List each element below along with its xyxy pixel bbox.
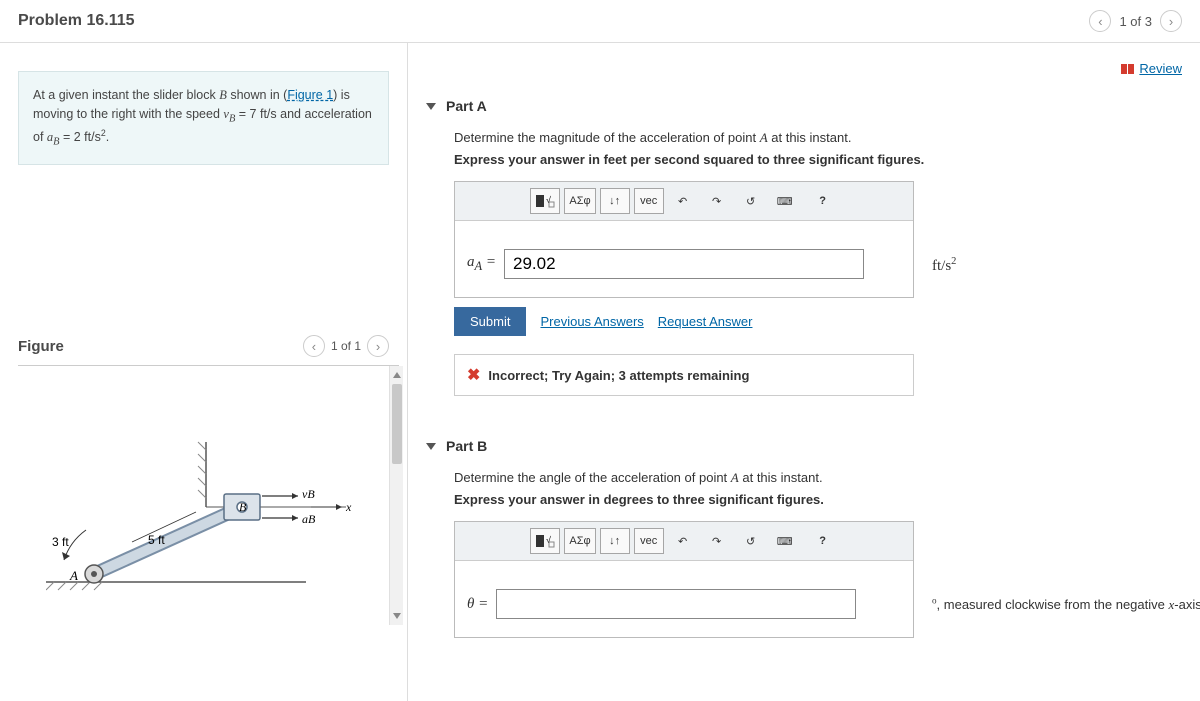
- svg-text:aB: aB: [302, 512, 316, 526]
- part-a-prompt: Determine the magnitude of the accelerat…: [454, 130, 1182, 146]
- part-a-title: Part A: [446, 98, 487, 114]
- next-problem-button[interactable]: ›: [1160, 10, 1182, 32]
- part-a-toggle[interactable]: [426, 103, 436, 110]
- redo-button-b[interactable]: ↷: [702, 528, 732, 554]
- reset-button-b[interactable]: ↺: [736, 528, 766, 554]
- reset-button[interactable]: ↺: [736, 188, 766, 214]
- part-a-input-box: √ ΑΣφ ↓↑ vec ↶ ↷ ↺ ⌨ ? aA =: [454, 181, 914, 298]
- part-b-title: Part B: [446, 438, 487, 454]
- part-a-answer-input[interactable]: [504, 249, 864, 279]
- figure-scrollbar[interactable]: [389, 366, 403, 625]
- review-link[interactable]: Review: [1121, 61, 1182, 76]
- part-b-instruction: Express your answer in degrees to three …: [454, 492, 1182, 507]
- keyboard-button-b[interactable]: ⌨: [770, 528, 800, 554]
- previous-answers-link[interactable]: Previous Answers: [540, 314, 643, 329]
- greek-button[interactable]: ΑΣφ: [564, 188, 595, 214]
- vec-button[interactable]: vec: [634, 188, 664, 214]
- svg-text:3 ft: 3 ft: [52, 535, 69, 549]
- figure-pager: 1 of 1: [331, 339, 361, 353]
- figure-prev-button[interactable]: ‹: [303, 335, 325, 357]
- svg-text:B: B: [239, 500, 247, 514]
- figure-canvas: A B vB aB x 3 ft 5 ft: [18, 365, 399, 625]
- part-b-toggle[interactable]: [426, 443, 436, 450]
- svg-text:A: A: [69, 568, 78, 583]
- flag-icon: [1121, 63, 1135, 75]
- figure-heading: Figure: [18, 338, 64, 355]
- part-b-var-label: θ =: [467, 596, 488, 613]
- part-b-prompt: Determine the angle of the acceleration …: [454, 470, 1182, 486]
- undo-button-b[interactable]: ↶: [668, 528, 698, 554]
- figure-next-button[interactable]: ›: [367, 335, 389, 357]
- svg-text:x: x: [345, 500, 352, 514]
- request-answer-link[interactable]: Request Answer: [658, 314, 753, 329]
- undo-button[interactable]: ↶: [668, 188, 698, 214]
- part-b-input-box: √ ΑΣφ ↓↑ vec ↶ ↷ ↺ ⌨ ? θ =: [454, 521, 914, 638]
- template-button[interactable]: √: [530, 188, 560, 214]
- redo-button[interactable]: ↷: [702, 188, 732, 214]
- problem-title: Problem 16.115: [18, 12, 135, 30]
- greek-button-b[interactable]: ΑΣφ: [564, 528, 595, 554]
- problem-pager: 1 of 3: [1119, 14, 1152, 29]
- part-a-unit: ft/s2: [932, 258, 956, 274]
- help-button-b[interactable]: ?: [808, 528, 838, 554]
- part-b-answer-input[interactable]: [496, 589, 856, 619]
- subscript-button[interactable]: ↓↑: [600, 188, 630, 214]
- svg-text:vB: vB: [302, 487, 315, 501]
- part-a-instruction: Express your answer in feet per second s…: [454, 152, 1182, 167]
- prev-problem-button[interactable]: ‹: [1089, 10, 1111, 32]
- vec-button-b[interactable]: vec: [634, 528, 664, 554]
- svg-text:5 ft: 5 ft: [148, 533, 165, 547]
- template-button-b[interactable]: √: [530, 528, 560, 554]
- keyboard-button[interactable]: ⌨: [770, 188, 800, 214]
- part-a-feedback: ✖ Incorrect; Try Again; 3 attempts remai…: [454, 354, 914, 396]
- part-a-submit-button[interactable]: Submit: [454, 307, 526, 336]
- subscript-button-b[interactable]: ↓↑: [600, 528, 630, 554]
- incorrect-icon: ✖: [467, 365, 480, 385]
- part-b-unit: o, measured clockwise from the negative …: [932, 597, 1200, 612]
- part-a-var-label: aA =: [467, 254, 496, 274]
- figure-link[interactable]: Figure 1: [287, 88, 333, 102]
- help-button[interactable]: ?: [808, 188, 838, 214]
- problem-statement: At a given instant the slider block B sh…: [18, 71, 389, 165]
